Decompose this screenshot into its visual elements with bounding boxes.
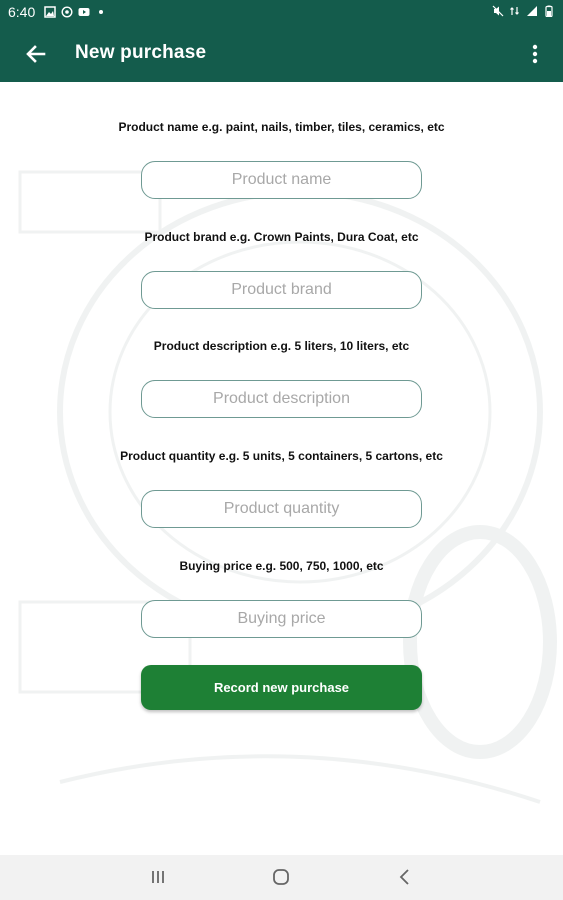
product-description-input[interactable] (141, 380, 422, 418)
back-icon[interactable] (392, 865, 418, 889)
app-bar: New purchase (0, 26, 563, 82)
dot-icon (99, 10, 103, 14)
product-brand-input[interactable] (141, 271, 422, 309)
product-name-label: Product name e.g. paint, nails, timber, … (118, 120, 445, 134)
status-time: 6:40 (8, 4, 36, 20)
youtube-icon (78, 8, 90, 16)
battery-icon (545, 5, 553, 17)
product-name-input[interactable] (141, 161, 422, 199)
status-bar: 6:40 (0, 0, 563, 26)
record-purchase-button[interactable]: Record new purchase (141, 665, 422, 710)
recents-icon[interactable] (145, 865, 171, 889)
status-right-icons (492, 5, 555, 17)
signal-icon (527, 6, 537, 16)
image-icon (44, 6, 56, 18)
home-icon[interactable] (268, 865, 294, 889)
more-vert-icon[interactable] (523, 38, 547, 70)
page-title: New purchase (75, 42, 207, 63)
product-quantity-label: Product quantity e.g. 5 units, 5 contain… (120, 449, 443, 463)
product-brand-label: Product brand e.g. Crown Paints, Dura Co… (144, 230, 419, 244)
buying-price-input[interactable] (141, 600, 422, 638)
mute-icon (492, 5, 504, 17)
system-nav-bar (0, 855, 563, 900)
product-quantity-input[interactable] (141, 490, 422, 528)
at-icon (61, 6, 73, 18)
buying-price-label: Buying price e.g. 500, 750, 1000, etc (179, 559, 384, 573)
network-icon (510, 7, 519, 15)
product-description-label: Product description e.g. 5 liters, 10 li… (153, 339, 410, 353)
status-left-icons (44, 6, 107, 18)
arrow-back-icon[interactable] (20, 38, 52, 70)
purchase-form: Product name e.g. paint, nails, timber, … (0, 82, 563, 855)
